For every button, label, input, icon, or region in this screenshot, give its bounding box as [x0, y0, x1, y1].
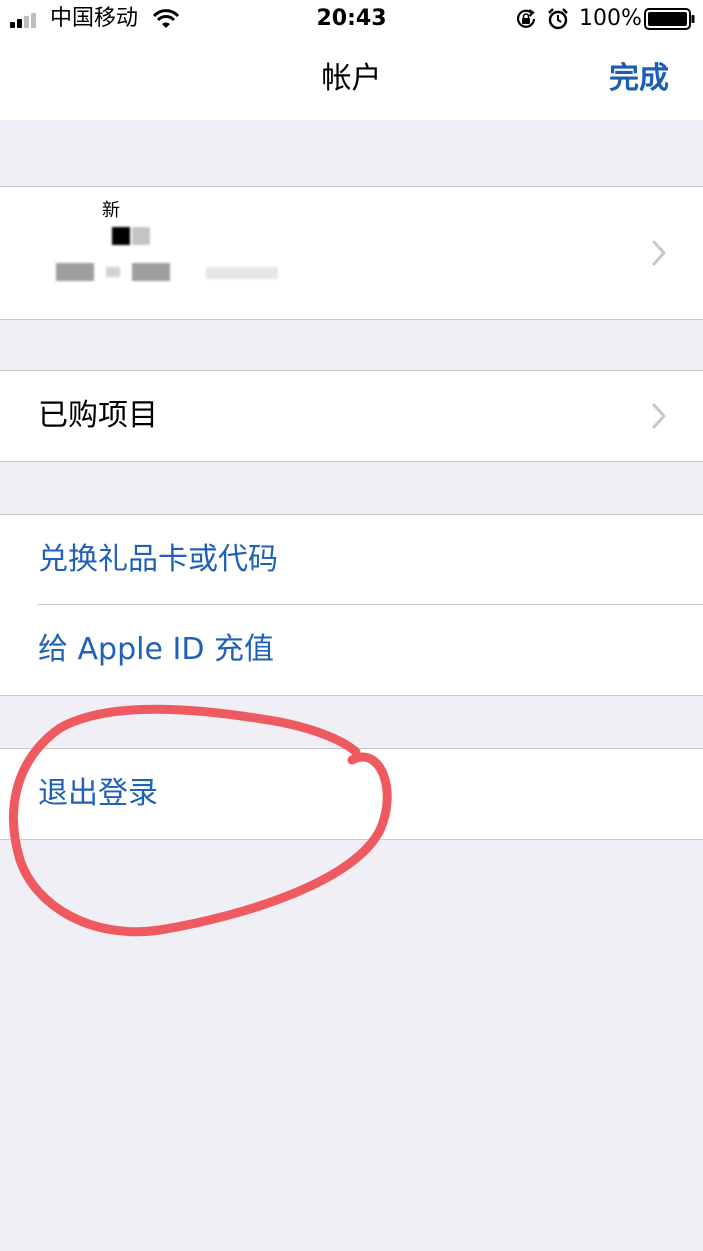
redacted-block [132, 263, 170, 281]
alarm-icon [548, 8, 568, 30]
battery-icon [644, 8, 695, 30]
purchased-group: 已购项目 [0, 370, 703, 462]
page-title: 帐户 [321, 61, 382, 96]
navigation-bar: 帐户 完成 [0, 40, 703, 120]
sign-out-button[interactable]: 退出登录 [38, 749, 158, 839]
account-name-partial: 新 [102, 200, 120, 221]
redacted-block [132, 227, 150, 245]
status-bar: 中国移动 20:43 100% [0, 0, 703, 40]
redacted-block [112, 227, 130, 245]
rotation-lock-icon [516, 9, 536, 28]
add-funds-link[interactable]: 给 Apple ID 充值 [38, 605, 274, 695]
redacted-block [56, 263, 94, 281]
chevron-right-icon [652, 403, 666, 429]
purchased-label: 已购项目 [38, 398, 158, 433]
redeem-gift-card-link[interactable]: 兑换礼品卡或代码 [38, 515, 278, 605]
add-funds-row[interactable]: 给 Apple ID 充值 [0, 605, 703, 695]
redacted-block [106, 267, 120, 277]
redacted-block [206, 267, 278, 279]
sign-out-row[interactable]: 退出登录 [0, 749, 703, 839]
battery-percent: 100% [579, 6, 642, 31]
redeem-row[interactable]: 兑换礼品卡或代码 [0, 515, 703, 605]
sign-out-group: 退出登录 [0, 748, 703, 840]
account-profile-row[interactable]: 新 [0, 187, 703, 319]
funds-group: 兑换礼品卡或代码 给 Apple ID 充值 [0, 514, 703, 696]
done-button[interactable]: 完成 [609, 60, 669, 98]
purchased-row[interactable]: 已购项目 [0, 371, 703, 461]
account-profile-group: 新 [0, 186, 703, 320]
chevron-right-icon [652, 240, 666, 266]
